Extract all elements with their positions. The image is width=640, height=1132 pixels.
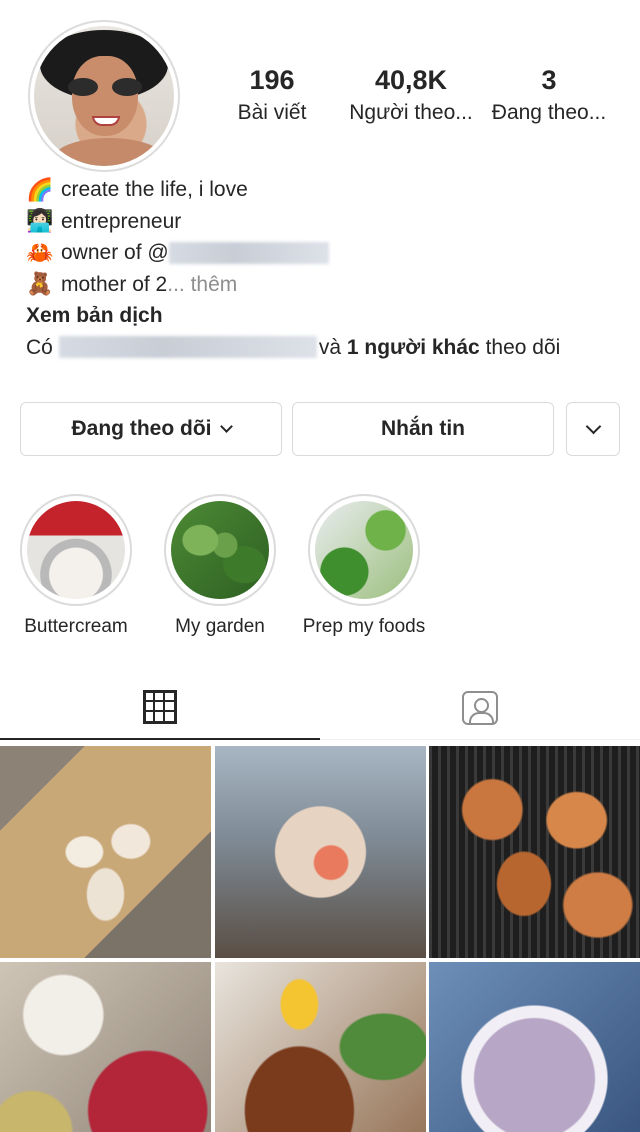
bio-line: 🧸 mother of 2 ... thêm (26, 269, 626, 301)
highlight-ring (308, 494, 420, 606)
crab-icon: 🦀 (26, 239, 54, 265)
post-thumbnail[interactable] (0, 962, 211, 1132)
post-thumbnail[interactable] (429, 746, 640, 958)
highlight-cover-image (315, 501, 413, 599)
followed-by-prefix: Có (26, 335, 53, 359)
highlight-cover-image (171, 501, 269, 599)
highlight-buttercream[interactable]: Buttercream (20, 494, 132, 638)
avatar (34, 26, 174, 166)
bio-more-link[interactable]: ... thêm (167, 269, 237, 301)
followers-count: 40,8K (374, 65, 448, 95)
highlight-label: My garden (175, 616, 265, 637)
woman-technologist-icon: 👩🏻‍💻 (26, 208, 54, 234)
blurred-mention[interactable] (168, 241, 329, 264)
posts-label: Bài viết (237, 101, 307, 124)
followers-count-stat[interactable]: 40,8K Người theo... (340, 62, 482, 128)
tab-tagged-posts[interactable] (320, 676, 640, 740)
following-count-stat[interactable]: 3 Đang theo... (486, 62, 612, 128)
blurred-follower-name (58, 336, 317, 359)
highlight-ring (20, 494, 132, 606)
posts-grid (0, 746, 640, 1132)
profile-bio: 🌈 create the life, i love 👩🏻‍💻 entrepren… (26, 174, 626, 363)
grid-icon (143, 690, 177, 724)
suggested-accounts-button[interactable] (566, 402, 620, 456)
bio-line: 🦀 owner of @ (26, 237, 626, 269)
highlight-prep-my-foods[interactable]: Prep my foods (303, 494, 425, 638)
bio-text: create the life, i love (61, 178, 248, 201)
tagged-icon (462, 690, 498, 725)
see-translation-link[interactable]: Xem bản dịch (26, 300, 626, 332)
message-button[interactable]: Nhắn tin (292, 402, 554, 456)
highlight-label: Prep my foods (302, 616, 426, 637)
chevron-down-icon (219, 420, 233, 433)
message-button-label: Nhắn tin (381, 417, 465, 440)
followed-by-mid: và (318, 335, 342, 359)
tab-posts-grid[interactable] (0, 676, 320, 740)
highlight-cover-image (27, 501, 125, 599)
followers-label: Người theo... (349, 101, 473, 124)
highlight-ring (164, 494, 276, 606)
following-button[interactable]: Đang theo dõi (20, 402, 282, 456)
posts-count: 196 (249, 65, 295, 95)
followed-by-others: 1 người khác (346, 335, 480, 359)
bio-text: owner of @ (61, 241, 169, 264)
post-thumbnail[interactable] (0, 746, 211, 958)
highlight-label: Buttercream (24, 616, 128, 637)
post-thumbnail[interactable] (429, 962, 640, 1132)
bio-text: mother of 2 (61, 272, 168, 296)
rainbow-icon: 🌈 (26, 176, 54, 202)
posts-count-stat[interactable]: 196 Bài viết (220, 62, 324, 128)
post-thumbnail[interactable] (214, 962, 426, 1132)
following-button-label: Đang theo dõi (71, 417, 212, 440)
chevron-down-icon (585, 418, 601, 435)
bio-line: 🌈 create the life, i love (26, 174, 626, 206)
following-label: Đang theo... (491, 101, 607, 124)
profile-avatar-ring[interactable] (28, 20, 180, 172)
bio-line: 👩🏻‍💻 entrepreneur (26, 206, 626, 238)
teddy-bear-icon: 🧸 (26, 271, 54, 297)
followed-by-text[interactable]: Có và 1 người khác theo dõi (26, 332, 626, 364)
post-thumbnail[interactable] (214, 746, 426, 958)
following-count: 3 (541, 65, 557, 95)
followed-by-suffix: theo dõi (485, 335, 561, 359)
bio-text: entrepreneur (61, 209, 182, 233)
highlight-my-garden[interactable]: My garden (164, 494, 276, 638)
